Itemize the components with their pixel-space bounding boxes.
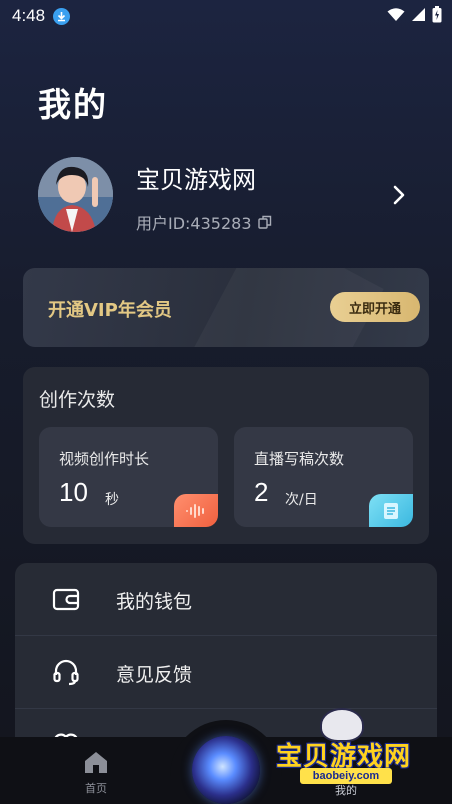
watermark-logo: 宝贝游戏网 baobeiy.com xyxy=(276,708,446,798)
document-icon xyxy=(369,494,413,527)
creation-count-card: 创作次数 视频创作时长 10 秒 直播写稿次数 2 次/日 xyxy=(23,367,429,544)
wallet-icon xyxy=(52,588,80,611)
audio-wave-icon xyxy=(174,494,218,527)
status-time: 4:48 xyxy=(12,6,46,25)
stat-live-script-count[interactable]: 直播写稿次数 2 次/日 xyxy=(234,427,413,527)
battery-icon xyxy=(432,6,442,23)
page-title: 我的 xyxy=(38,85,108,124)
stat-value: 2 xyxy=(254,477,269,507)
signal-icon xyxy=(412,8,425,21)
nav-center-create-button[interactable] xyxy=(192,736,260,804)
stat-unit: 秒 xyxy=(105,492,119,508)
vip-banner[interactable]: 开通VIP年会员 立即开通 xyxy=(23,268,429,347)
nav-tab-home[interactable]: 首页 xyxy=(70,750,122,800)
user-id: 用户ID:435283 xyxy=(136,214,252,233)
nav-home-label: 首页 xyxy=(85,782,107,795)
vip-text: 开通VIP年会员 xyxy=(48,300,172,321)
stat-label: 视频创作时长 xyxy=(59,450,150,468)
stat-label: 直播写稿次数 xyxy=(254,450,345,468)
menu-item-label: 我的钱包 xyxy=(116,591,193,613)
vip-open-button[interactable]: 立即开通 xyxy=(330,292,420,322)
headset-icon xyxy=(53,659,79,686)
wifi-icon xyxy=(387,7,405,21)
creation-title: 创作次数 xyxy=(39,389,116,411)
avatar[interactable] xyxy=(38,157,113,232)
home-icon xyxy=(85,752,107,773)
download-icon xyxy=(53,8,70,25)
stat-unit: 次/日 xyxy=(285,492,318,508)
stat-video-duration[interactable]: 视频创作时长 10 秒 xyxy=(39,427,218,527)
stat-value: 10 xyxy=(59,477,88,507)
watermark-url: baobeiy.com xyxy=(300,768,392,784)
menu-item-feedback[interactable]: 意见反馈 xyxy=(15,636,437,709)
user-id-row: 用户ID:435283 xyxy=(136,210,272,234)
username: 宝贝游戏网 xyxy=(136,166,256,194)
menu-item-label: 意见反馈 xyxy=(116,664,193,686)
copy-icon[interactable] xyxy=(257,215,272,229)
menu-item-wallet[interactable]: 我的钱包 xyxy=(15,563,437,636)
system-icons xyxy=(387,6,442,23)
chevron-right-icon[interactable] xyxy=(388,182,410,208)
status-bar: 4:48 xyxy=(0,0,452,32)
